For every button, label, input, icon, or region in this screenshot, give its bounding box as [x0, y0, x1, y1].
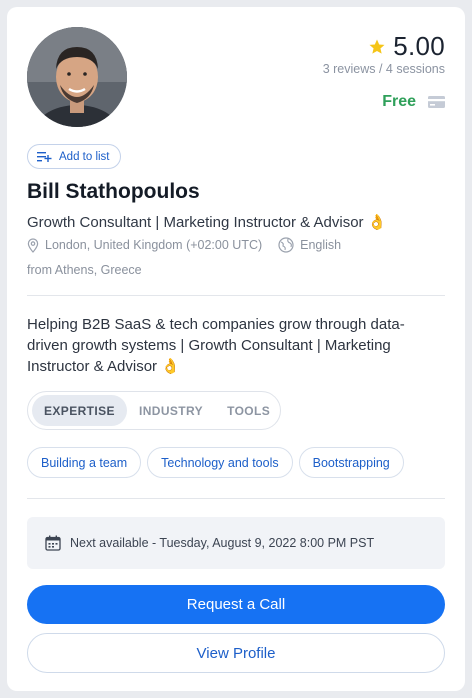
- add-to-list-button[interactable]: Add to list: [27, 144, 121, 169]
- divider: [27, 295, 445, 296]
- tab-expertise[interactable]: EXPERTISE: [32, 395, 127, 426]
- availability-text: Next available - Tuesday, August 9, 2022…: [70, 536, 375, 550]
- skills-tabs: EXPERTISE INDUSTRY TOOLS: [27, 391, 281, 430]
- mentor-card: 5.00 3 reviews / 4 sessions Free Add to …: [7, 7, 465, 691]
- rating: 5.00: [368, 31, 445, 62]
- chip-building-a-team[interactable]: Building a team: [27, 447, 142, 478]
- calendar-icon: [45, 535, 61, 551]
- globe-language-icon: [278, 237, 294, 253]
- add-to-list-label: Add to list: [59, 150, 110, 163]
- reviews-count: 3 reviews / 4 sessions: [322, 62, 445, 76]
- mentor-title: Growth Consultant | Marketing Instructor…: [27, 214, 387, 231]
- tab-tools[interactable]: TOOLS: [215, 395, 282, 426]
- origin-text: from Athens, Greece: [27, 263, 142, 277]
- view-profile-button[interactable]: View Profile: [27, 633, 445, 673]
- expertise-chips: Building a team Technology and tools Boo…: [27, 447, 404, 478]
- price-label: Free: [382, 93, 416, 110]
- chip-bootstrapping[interactable]: Bootstrapping: [298, 447, 404, 478]
- location-text: London, United Kingdom (+02:00 UTC): [45, 238, 263, 252]
- chip-technology-and-tools[interactable]: Technology and tools: [147, 447, 293, 478]
- language-text: English: [300, 238, 342, 252]
- availability-box: Next available - Tuesday, August 9, 2022…: [27, 517, 445, 569]
- mentor-name[interactable]: Bill Stathopoulos: [27, 180, 200, 204]
- credit-card-icon: [428, 96, 445, 108]
- add-to-list-icon: [37, 151, 52, 162]
- location-pin-icon: [27, 237, 39, 253]
- rating-value: 5.00: [393, 31, 445, 61]
- tab-industry[interactable]: INDUSTRY: [127, 395, 215, 426]
- request-call-button[interactable]: Request a Call: [27, 585, 445, 624]
- star-icon: [369, 39, 385, 54]
- avatar[interactable]: [27, 27, 127, 127]
- price-row: Free: [382, 93, 445, 111]
- mentor-bio: Helping B2B SaaS & tech companies grow t…: [27, 316, 405, 375]
- location-language-row: London, United Kingdom (+02:00 UTC) Engl…: [27, 237, 341, 253]
- divider: [27, 498, 445, 499]
